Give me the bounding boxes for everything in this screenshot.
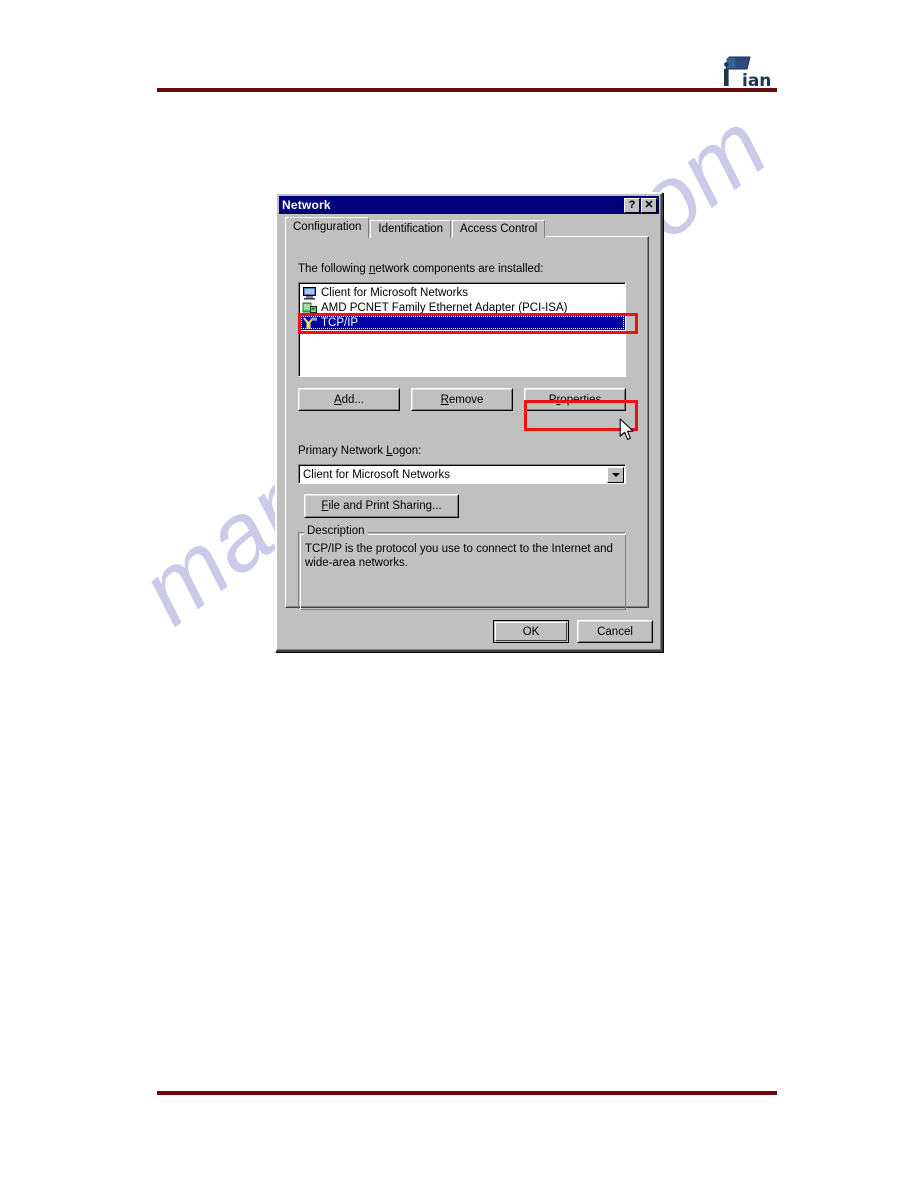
tab-configuration[interactable]: Configuration <box>285 217 370 238</box>
properties-button[interactable]: Pr operties <box>524 388 626 411</box>
remove-button[interactable]: Remove <box>411 388 513 411</box>
dialog-title: Network <box>282 198 331 212</box>
help-button[interactable]: ? <box>624 197 640 213</box>
tab-identification[interactable]: Identification <box>370 220 451 238</box>
add-button-label: Add... <box>299 389 399 410</box>
primary-logon-value: Client for Microsoft Networks <box>303 468 450 481</box>
file-print-sharing-label: File and Print Sharing... <box>305 495 458 517</box>
cancel-button[interactable]: Cancel <box>577 620 653 643</box>
chevron-down-icon[interactable] <box>607 466 624 483</box>
header-rule <box>157 88 777 92</box>
document-page: manualshive.com ian Network ? ✕ Confi <box>0 0 918 1188</box>
network-components-listbox[interactable]: Client for Microsoft Networks AMD PCNET … <box>298 282 626 377</box>
listbox-interior: Client for Microsoft Networks AMD PCNET … <box>299 283 625 376</box>
list-item-label: TCP/IP <box>321 316 359 329</box>
components-label: The following network components are ins… <box>298 263 544 275</box>
footer-rule <box>157 1091 777 1095</box>
properties-button-label: Pr operties <box>525 389 625 410</box>
list-item-adapter[interactable]: AMD PCNET Family Ethernet Adapter (PCI-I… <box>300 300 625 315</box>
description-title: Description <box>304 525 368 537</box>
primary-logon-label: Primary Network Logon: <box>298 445 422 457</box>
ok-button-label: OK <box>495 622 567 641</box>
add-button[interactable]: Add... <box>298 388 400 411</box>
network-dialog: Network ? ✕ Configuration Identification… <box>275 192 663 652</box>
network-adapter-icon <box>302 301 318 315</box>
cancel-button-label: Cancel <box>578 621 652 642</box>
protocol-icon <box>302 316 318 330</box>
remove-button-label: Remove <box>412 389 512 410</box>
list-item-label: AMD PCNET Family Ethernet Adapter (PCI-I… <box>321 301 568 314</box>
client-computer-icon <box>302 286 318 300</box>
tab-strip: Configuration Identification Access Cont… <box>285 217 546 238</box>
list-item-label: Client for Microsoft Networks <box>321 286 468 299</box>
primary-logon-combobox[interactable]: Client for Microsoft Networks <box>298 464 626 484</box>
svg-text:ian: ian <box>742 71 771 89</box>
tab-access-control[interactable]: Access Control <box>451 220 546 238</box>
dialog-titlebar[interactable]: Network ? ✕ <box>279 196 659 214</box>
combobox-interior: Client for Microsoft Networks <box>299 465 625 483</box>
file-print-sharing-button[interactable]: File and Print Sharing... <box>304 494 459 518</box>
list-item-client[interactable]: Client for Microsoft Networks <box>300 285 625 300</box>
description-text: TCP/IP is the protocol you use to connec… <box>305 543 613 569</box>
close-button[interactable]: ✕ <box>641 197 657 213</box>
ok-button[interactable]: OK <box>493 620 569 643</box>
list-item-tcpip[interactable]: TCP/IP <box>300 315 625 330</box>
brand-logo: ian <box>716 55 788 91</box>
